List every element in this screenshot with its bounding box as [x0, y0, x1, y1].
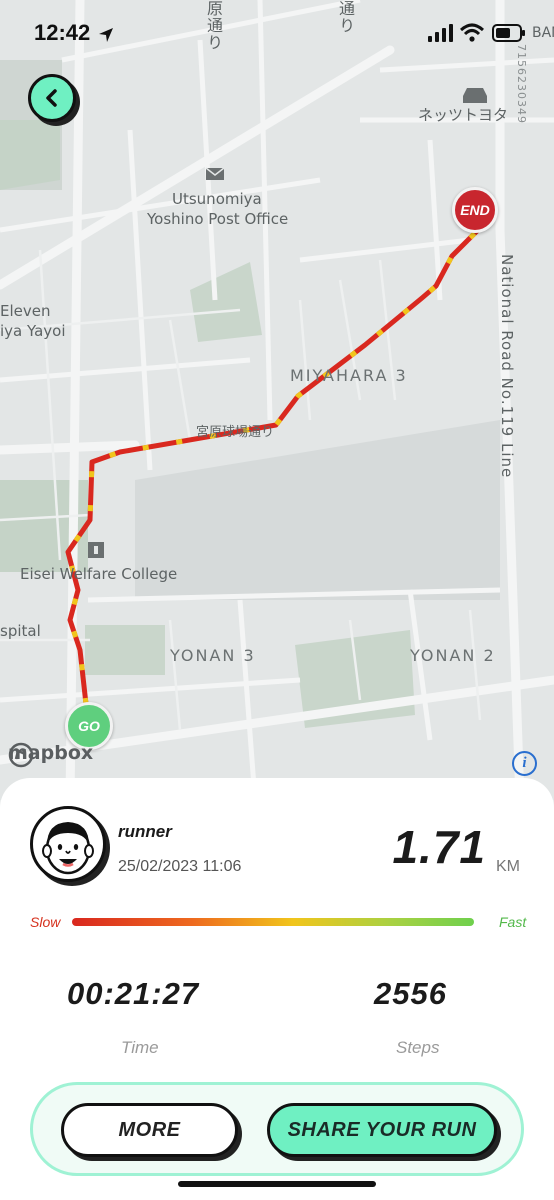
signal-icon: [428, 24, 453, 42]
map-label-college: Eisei Welfare College: [20, 565, 178, 583]
steps-label: Steps: [396, 1038, 440, 1057]
route-map[interactable]: 原通り 通り ネッツトヨタ Utsunomiya Yoshino Post Of…: [0, 0, 554, 800]
avatar[interactable]: [30, 806, 106, 882]
speed-gradient-bar: [72, 918, 474, 926]
map-label-shop: ネッツトヨタ: [418, 106, 509, 124]
duration-value: 00:21:27: [67, 976, 200, 1011]
map-label-district: YONAN 3: [170, 646, 256, 665]
avatar-face-icon: [42, 822, 94, 875]
map-label-district: MIYAHARA 3: [290, 366, 408, 385]
location-arrow-icon: [99, 28, 113, 42]
home-indicator[interactable]: [178, 1181, 376, 1187]
duration-label: Time: [121, 1038, 159, 1057]
distance-unit: KM: [496, 858, 520, 875]
map-label-road: National Road No.119 Line: [498, 254, 516, 479]
map-label-street: 宮原球場通り: [196, 425, 275, 440]
more-button[interactable]: MORE: [61, 1103, 238, 1157]
mapbox-attribution[interactable]: mapbox: [8, 742, 93, 768]
user-name: runner: [118, 822, 172, 841]
map-label-store: Eleven: [0, 302, 51, 320]
status-bar: 12:42: [0, 0, 554, 70]
speed-legend-slow: Slow: [30, 914, 61, 930]
run-date: 25/02/2023 11:06: [118, 858, 242, 875]
map-label-district: YONAN 2: [410, 646, 496, 665]
map-label-hospital: spital: [0, 622, 41, 640]
end-marker[interactable]: END: [452, 187, 498, 233]
wifi-icon: [460, 23, 484, 42]
battery-icon: [492, 24, 525, 42]
share-run-button[interactable]: SHARE YOUR RUN: [267, 1103, 497, 1157]
map-label-post-office: Yoshino Post Office: [147, 210, 289, 228]
info-icon[interactable]: i: [512, 751, 537, 776]
steps-value: 2556: [374, 976, 447, 1011]
car-dealer-icon: [463, 88, 487, 103]
speed-legend-fast: Fast: [499, 914, 527, 930]
post-office-icon: [205, 167, 225, 180]
chevron-left-icon: [46, 89, 57, 107]
map-label-store: iya Yayoi: [0, 322, 66, 340]
map-label-post-office: Utsunomiya: [172, 190, 262, 208]
run-summary-sheet: runner 25/02/2023 11:06 1.71 KM Slow Fas…: [0, 778, 554, 1200]
action-bar: MORE SHARE YOUR RUN: [30, 1082, 524, 1176]
college-icon: [88, 542, 104, 558]
status-time: 12:42: [34, 20, 91, 45]
distance-value: 1.71: [392, 821, 486, 873]
mapbox-logo-icon: [8, 742, 34, 768]
back-button[interactable]: [28, 74, 76, 122]
